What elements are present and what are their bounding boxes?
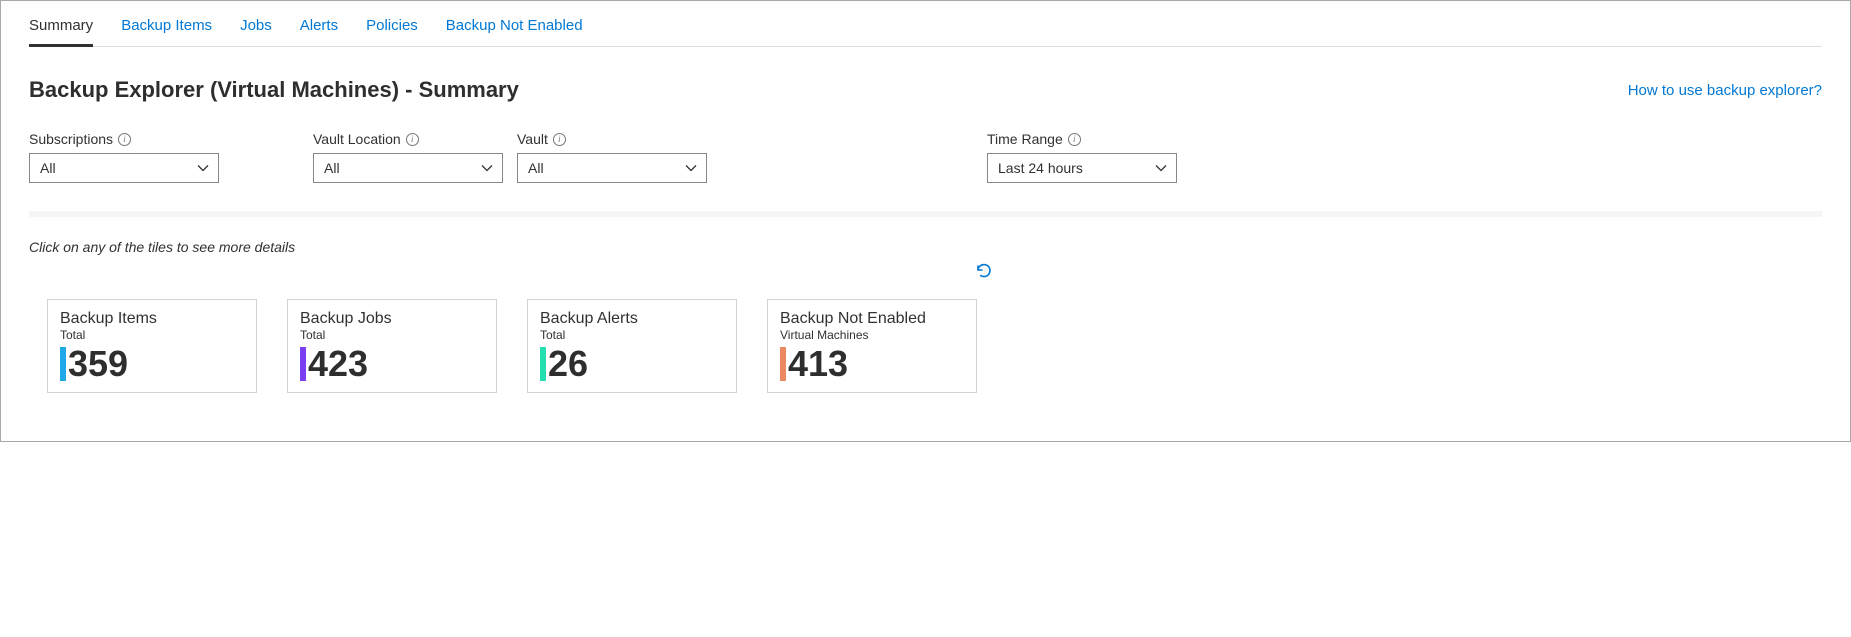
tile-subtitle: Total: [60, 328, 244, 342]
tile-title: Backup Not Enabled: [780, 310, 964, 328]
subscriptions-label-text: Subscriptions: [29, 131, 113, 147]
tile-value: 26: [546, 346, 588, 382]
tile-backup-jobs[interactable]: Backup Jobs Total 423: [287, 299, 497, 393]
info-icon[interactable]: i: [406, 133, 419, 146]
tile-subtitle: Total: [300, 328, 484, 342]
vault-label-text: Vault: [517, 131, 548, 147]
tab-backup-items[interactable]: Backup Items: [121, 9, 212, 46]
tile-backup-items[interactable]: Backup Items Total 359: [47, 299, 257, 393]
time-range-dropdown[interactable]: Last 24 hours: [987, 153, 1177, 183]
chevron-down-icon: [196, 161, 210, 175]
vault-location-value: All: [324, 160, 340, 176]
info-icon[interactable]: i: [118, 133, 131, 146]
undo-icon[interactable]: [974, 261, 994, 284]
chevron-down-icon: [684, 161, 698, 175]
chevron-down-icon: [1154, 161, 1168, 175]
time-range-label-text: Time Range: [987, 131, 1063, 147]
vault-label: Vault i: [517, 131, 707, 147]
tile-title: Backup Jobs: [300, 310, 484, 328]
page-title: Backup Explorer (Virtual Machines) - Sum…: [29, 77, 519, 103]
tab-jobs[interactable]: Jobs: [240, 9, 272, 46]
tile-subtitle: Virtual Machines: [780, 328, 964, 342]
tab-summary[interactable]: Summary: [29, 9, 93, 47]
tab-alerts[interactable]: Alerts: [300, 9, 338, 46]
tile-title: Backup Alerts: [540, 310, 724, 328]
subscriptions-value: All: [40, 160, 56, 176]
tile-value: 423: [306, 346, 368, 382]
chevron-down-icon: [480, 161, 494, 175]
tile-subtitle: Total: [540, 328, 724, 342]
vault-location-dropdown[interactable]: All: [313, 153, 503, 183]
time-range-value: Last 24 hours: [998, 160, 1083, 176]
subscriptions-dropdown[interactable]: All: [29, 153, 219, 183]
tile-title: Backup Items: [60, 310, 244, 328]
tiles-row: Backup Items Total 359 Backup Jobs Total…: [29, 299, 1822, 393]
vault-location-label-text: Vault Location: [313, 131, 401, 147]
vault-value: All: [528, 160, 544, 176]
tile-value: 359: [66, 346, 128, 382]
help-link[interactable]: How to use backup explorer?: [1628, 82, 1822, 99]
time-range-label: Time Range i: [987, 131, 1177, 147]
vault-dropdown[interactable]: All: [517, 153, 707, 183]
info-icon[interactable]: i: [553, 133, 566, 146]
tile-backup-not-enabled[interactable]: Backup Not Enabled Virtual Machines 413: [767, 299, 977, 393]
tile-value: 413: [786, 346, 848, 382]
vault-location-label: Vault Location i: [313, 131, 503, 147]
tab-backup-not-enabled[interactable]: Backup Not Enabled: [446, 9, 583, 46]
tile-backup-alerts[interactable]: Backup Alerts Total 26: [527, 299, 737, 393]
tabs-bar: Summary Backup Items Jobs Alerts Policie…: [29, 1, 1822, 47]
subscriptions-label: Subscriptions i: [29, 131, 219, 147]
filters-row: Subscriptions i All Vault Location i All: [29, 131, 1822, 217]
hint-text: Click on any of the tiles to see more de…: [29, 239, 1822, 255]
info-icon[interactable]: i: [1068, 133, 1081, 146]
tab-policies[interactable]: Policies: [366, 9, 418, 46]
